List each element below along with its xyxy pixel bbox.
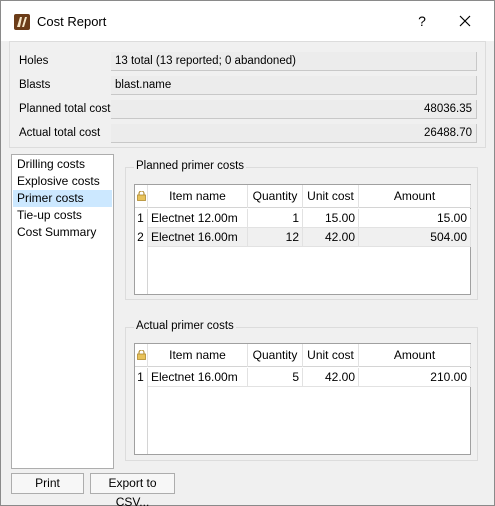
cell-item-name[interactable]: Electnet 16.00m <box>148 228 248 247</box>
lock-column-header[interactable] <box>135 185 148 208</box>
actual-total-value: 26488.70 <box>111 124 477 143</box>
column-unit-cost[interactable]: Unit cost <box>303 185 359 208</box>
export-csv-button[interactable]: Export to CSV... <box>90 473 175 506</box>
summary-panel: Holes 13 total (13 reported; 0 abandoned… <box>9 41 486 148</box>
cell-amount[interactable]: 15.00 <box>359 209 471 228</box>
row-number: 2 <box>137 230 144 244</box>
holes-label: Holes <box>19 55 49 67</box>
close-icon <box>459 15 471 27</box>
app-logo-icon <box>14 14 30 30</box>
column-item-name[interactable]: Item name <box>148 344 248 367</box>
cell-unit-cost[interactable]: 42.00 <box>303 228 359 247</box>
window-title: Cost Report <box>37 14 107 29</box>
lock-column-header[interactable] <box>135 344 148 367</box>
column-quantity[interactable]: Quantity <box>248 344 303 367</box>
cost-report-window: Cost Report ? Holes 13 total (13 reporte… <box>0 0 495 506</box>
print-button[interactable]: Print <box>11 473 84 494</box>
table-row[interactable]: 1 Electnet 16.00m 5 42.00 210.00 <box>135 368 471 387</box>
nav-item-drilling-costs[interactable]: Drilling costs <box>13 156 112 173</box>
nav-item-cost-summary[interactable]: Cost Summary <box>13 224 112 241</box>
table-header: Item name Quantity Unit cost Amount <box>135 344 471 367</box>
cost-category-list[interactable]: Drilling costs Explosive costs Primer co… <box>11 154 114 469</box>
lock-icon <box>137 350 146 360</box>
nav-item-primer-costs[interactable]: Primer costs <box>13 190 112 207</box>
column-item-name[interactable]: Item name <box>148 185 248 208</box>
planned-primer-costs-group: Planned primer costs Item name Quantity … <box>125 160 478 300</box>
actual-primer-costs-group: Actual primer costs Item name Quantity U… <box>125 320 478 461</box>
actual-primer-table[interactable]: Item name Quantity Unit cost Amount 1 El… <box>134 343 471 455</box>
table-row[interactable]: 1 Electnet 12.00m 1 15.00 15.00 <box>135 209 471 228</box>
lock-icon <box>137 191 146 201</box>
blasts-label: Blasts <box>19 79 51 91</box>
row-number: 1 <box>137 370 144 384</box>
help-button[interactable]: ? <box>412 11 432 31</box>
close-button[interactable] <box>453 11 477 31</box>
planned-primer-table[interactable]: Item name Quantity Unit cost Amount 1 El… <box>134 184 471 295</box>
blasts-value: blast.name <box>111 76 477 95</box>
row-number: 1 <box>137 211 144 225</box>
nav-item-tie-up-costs[interactable]: Tie-up costs <box>13 207 112 224</box>
column-amount[interactable]: Amount <box>359 344 471 367</box>
cell-unit-cost[interactable]: 15.00 <box>303 209 359 228</box>
cell-amount[interactable]: 210.00 <box>359 368 471 387</box>
column-amount[interactable]: Amount <box>359 185 471 208</box>
table-header: Item name Quantity Unit cost Amount <box>135 185 471 208</box>
planned-group-title: Planned primer costs <box>134 160 247 172</box>
actual-group-title: Actual primer costs <box>134 320 236 332</box>
column-quantity[interactable]: Quantity <box>248 185 303 208</box>
cell-quantity[interactable]: 1 <box>248 209 303 228</box>
planned-total-label: Planned total cost <box>19 103 111 115</box>
cell-quantity[interactable]: 5 <box>248 368 303 387</box>
holes-value: 13 total (13 reported; 0 abandoned) <box>111 52 477 71</box>
cell-amount[interactable]: 504.00 <box>359 228 471 247</box>
cell-item-name[interactable]: Electnet 12.00m <box>148 209 248 228</box>
table-row[interactable]: Electnet 16.00m 12 42.00 504.00 <box>148 228 471 247</box>
cell-unit-cost[interactable]: 42.00 <box>303 368 359 387</box>
planned-total-value: 48036.35 <box>111 100 477 119</box>
cell-item-name[interactable]: Electnet 16.00m <box>148 368 248 387</box>
title-bar: Cost Report ? <box>1 1 494 41</box>
column-unit-cost[interactable]: Unit cost <box>303 344 359 367</box>
actual-total-label: Actual total cost <box>19 127 101 139</box>
cell-quantity[interactable]: 12 <box>248 228 303 247</box>
nav-item-explosive-costs[interactable]: Explosive costs <box>13 173 112 190</box>
